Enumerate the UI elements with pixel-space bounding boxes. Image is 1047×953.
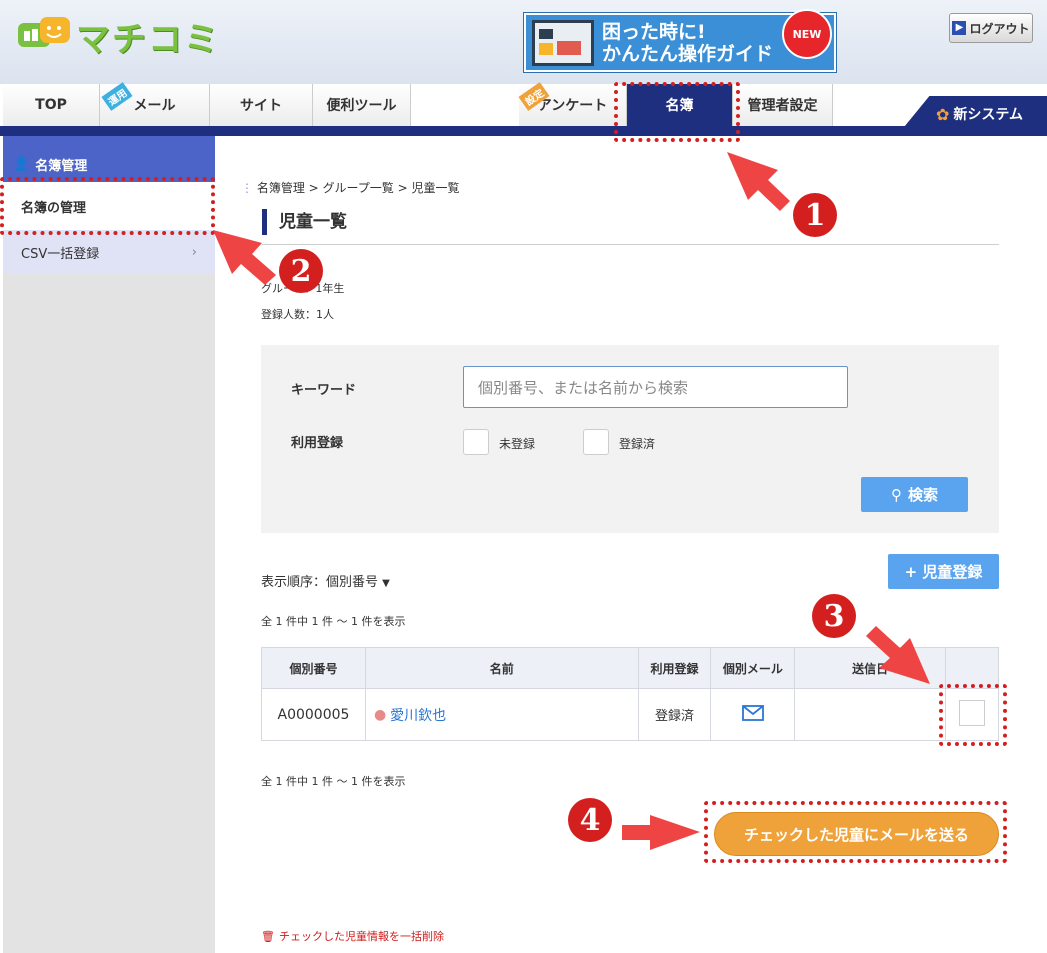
- tab-survey[interactable]: 設定 アンケート: [518, 82, 627, 126]
- bulk-delete-link[interactable]: 🗑 チェックした児童情報を一括削除: [261, 928, 444, 944]
- child-name: 愛川欽也: [390, 707, 447, 724]
- sidebar-heading-label: 名簿管理: [35, 158, 88, 174]
- sort-select[interactable]: 表示順序：個別番号 ▼: [261, 571, 390, 590]
- logout-icon: ▶: [952, 21, 967, 35]
- new-badge: NEW: [782, 9, 832, 59]
- col-header-mail: 個別メール: [710, 647, 796, 689]
- col-header-select: [945, 647, 999, 689]
- sidebar-item-csv-import[interactable]: CSV一括登録 ›: [3, 230, 215, 274]
- tab-top[interactable]: TOP: [3, 84, 100, 126]
- keyword-input[interactable]: 個別番号、または名前から検索: [463, 366, 848, 408]
- table-row: A0000005 ● 愛川欽也 登録済: [261, 688, 999, 741]
- app-logo[interactable]: マチコミ: [16, 14, 220, 60]
- search-button[interactable]: ⚲ 検索: [861, 477, 968, 512]
- tab-mail[interactable]: 運用 メール: [100, 82, 210, 126]
- keyword-label: キーワード: [291, 383, 357, 398]
- logo-text: マチコミ: [76, 19, 220, 60]
- result-count-bottom: 全 1 件中 1 件 ～ 1 件を表示: [261, 775, 406, 788]
- tab-tools-label: 便利ツール: [326, 98, 397, 114]
- arrow-icon: [622, 815, 700, 850]
- title-divider: [262, 244, 999, 245]
- new-system-label: 新システム: [953, 107, 1023, 123]
- highlight-roster-tab: [614, 82, 740, 142]
- logout-button[interactable]: ▶ ログアウト: [949, 13, 1033, 43]
- logout-label: ログアウト: [969, 21, 1030, 36]
- sort-label: 表示順序：個別番号: [261, 575, 379, 590]
- app-header: マチコミ 困った時に! かんたん操作ガイド NEW ▶ ログアウト: [0, 0, 1047, 84]
- breadcrumb-handle-icon: ⋮: [241, 181, 257, 195]
- breadcrumb: ⋮ 名簿管理 > グループ一覧 > 児童一覧: [241, 179, 459, 196]
- sidebar: 👤 名簿管理 名簿の管理 CSV一括登録 ›: [3, 136, 215, 953]
- guide-banner[interactable]: 困った時に! かんたん操作ガイド NEW: [523, 9, 837, 73]
- tab-admin-label: 管理者設定: [747, 98, 818, 114]
- annotation-2: 2: [279, 249, 323, 293]
- arrow-icon: [213, 230, 276, 285]
- bulk-delete-label: チェックした児童情報を一括削除: [278, 930, 444, 943]
- row-mail-cell: [710, 688, 796, 741]
- highlight-sidebar-item: [0, 177, 215, 235]
- highlight-row-checkbox: [939, 684, 1007, 746]
- registered-count: 登録人数：1人: [261, 308, 334, 321]
- banner-line2: かんたん操作ガイド: [602, 42, 774, 65]
- col-header-id: 個別番号: [261, 647, 366, 689]
- annotation-1: 1: [793, 193, 837, 237]
- row-name-cell: ● 愛川欽也: [364, 688, 639, 741]
- child-name-link[interactable]: ● 愛川欽也: [374, 705, 446, 725]
- unregistered-checkbox[interactable]: [463, 429, 489, 455]
- main-nav: TOP 運用 メール サイト 便利ツール 設定 アンケート 名簿 管理者設定: [0, 82, 1047, 128]
- tab-tools[interactable]: 便利ツール: [313, 84, 411, 126]
- usage-label: 利用登録: [291, 436, 344, 451]
- keyword-placeholder: 個別番号、または名前から検索: [478, 378, 689, 397]
- gear-icon: ✿: [936, 104, 950, 124]
- tab-site-label: サイト: [240, 98, 282, 114]
- children-table: 個別番号 名前 利用登録 個別メール 送信日 A0000005 ● 愛川欽也 登…: [261, 647, 999, 741]
- registered-label: 登録済: [619, 437, 656, 451]
- row-sent: [794, 688, 946, 741]
- tab-top-label: TOP: [35, 97, 67, 113]
- monitor-icon: [532, 19, 594, 66]
- col-header-name: 名前: [364, 647, 639, 689]
- banner-line1: 困った時に!: [602, 20, 706, 43]
- nav-underline: [0, 126, 1047, 136]
- arrow-icon: [727, 152, 790, 211]
- page-title: 児童一覧: [262, 209, 347, 235]
- tab-site[interactable]: サイト: [210, 84, 313, 126]
- row-status: 登録済: [637, 688, 712, 741]
- result-count-top: 全 1 件中 1 件 ～ 1 件を表示: [261, 615, 406, 628]
- search-button-label: 検索: [907, 486, 938, 504]
- annotation-4: 4: [568, 798, 612, 842]
- registered-checkbox[interactable]: [583, 429, 609, 455]
- tab-survey-label: アンケート: [537, 98, 608, 114]
- user-icon: 👤: [13, 156, 30, 172]
- row-id: A0000005: [261, 688, 366, 741]
- highlight-send-button: [704, 801, 1007, 863]
- sidebar-heading: 👤 名簿管理: [3, 136, 215, 182]
- logo-icon: [16, 15, 72, 57]
- search-icon: ⚲: [890, 485, 902, 504]
- mail-icon[interactable]: [741, 705, 764, 724]
- add-child-button[interactable]: + 児童登録: [888, 554, 999, 589]
- sidebar-item-label: CSV一括登録: [21, 246, 100, 262]
- mail-badge: 運用: [101, 82, 133, 111]
- person-icon: ●: [373, 706, 387, 723]
- unregistered-label: 未登録: [499, 437, 536, 451]
- tab-mail-label: メール: [133, 98, 176, 114]
- tab-admin[interactable]: 管理者設定: [733, 84, 833, 126]
- chevron-right-icon: ›: [191, 244, 197, 260]
- breadcrumb-text: 名簿管理 > グループ一覧 > 児童一覧: [256, 181, 460, 195]
- caret-down-icon: ▼: [382, 578, 390, 589]
- trash-icon: 🗑: [261, 929, 275, 943]
- annotation-3: 3: [812, 594, 856, 638]
- col-header-usage: 利用登録: [637, 647, 712, 689]
- col-header-sent: 送信日: [794, 647, 946, 689]
